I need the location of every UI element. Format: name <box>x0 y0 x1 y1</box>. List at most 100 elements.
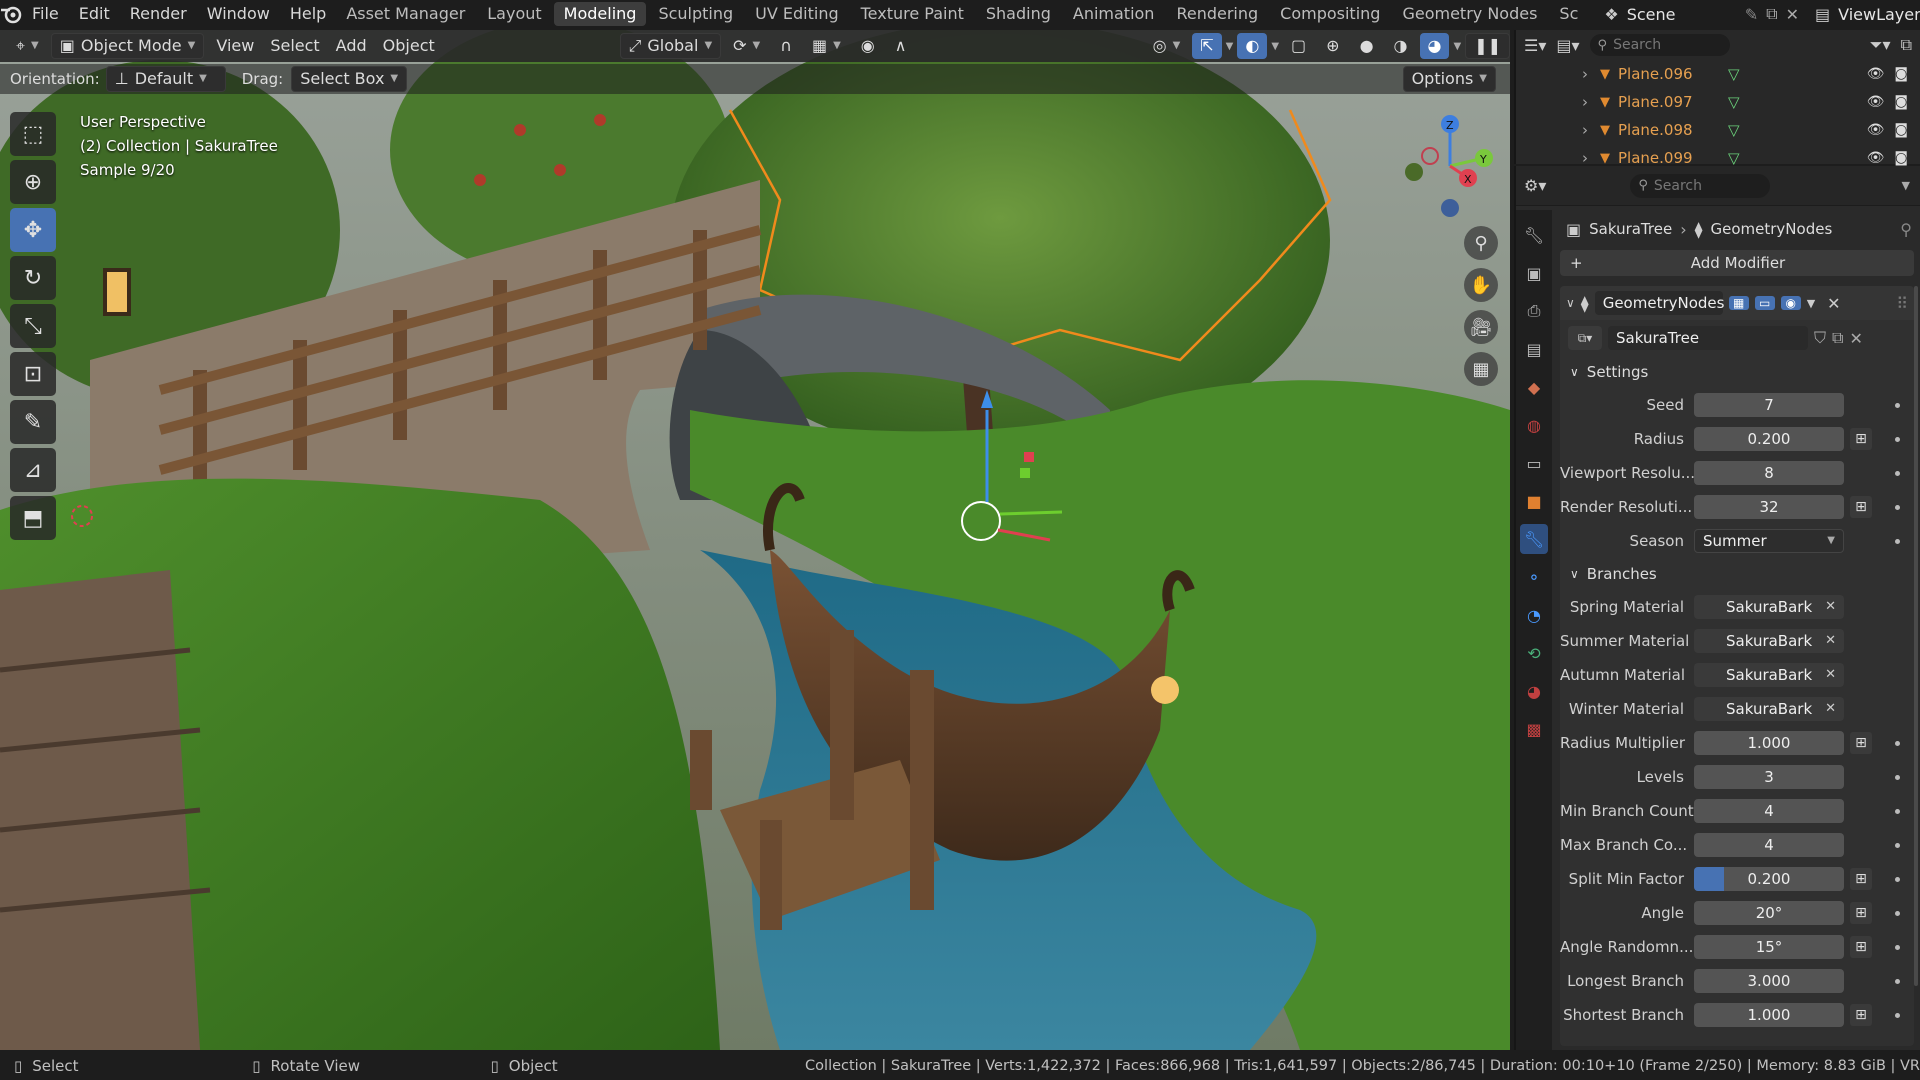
keyframe-dot-icon[interactable] <box>1895 1013 1900 1018</box>
close-icon[interactable]: ✕ <box>1827 294 1840 313</box>
camera-icon[interactable]: ◙ <box>1894 150 1908 166</box>
ortho-grid-icon[interactable]: ▦ <box>1464 352 1498 386</box>
render-toggle-icon[interactable]: ◉ <box>1780 296 1801 310</box>
overlays-toggle[interactable]: ◐ <box>1237 33 1268 59</box>
select-box-tool[interactable]: ⬚ <box>10 112 56 156</box>
node-group-type-button[interactable]: ⧉▾ <box>1568 326 1602 350</box>
shading-material[interactable]: ◑ <box>1386 33 1416 59</box>
physics-tab-icon[interactable]: ◔ <box>1520 600 1548 630</box>
eye-icon[interactable]: 👁︎ <box>1867 66 1885 82</box>
rotate-tool[interactable]: ↻ <box>10 256 56 300</box>
chevron-down-icon[interactable]: ▼ <box>1226 41 1234 52</box>
proportional-edit-toggle[interactable]: ◉ <box>853 33 883 59</box>
tool-tab-icon[interactable]: 🔧︎ <box>1520 220 1548 250</box>
eye-icon[interactable]: 👁︎ <box>1867 94 1885 110</box>
menu-help[interactable]: Help <box>280 0 336 28</box>
eye-icon[interactable]: 👁︎ <box>1867 122 1885 138</box>
collection-tab-icon[interactable]: ▭ <box>1520 448 1548 478</box>
gizmo-toggle[interactable]: ⇱ <box>1192 33 1222 59</box>
move-tool[interactable]: ✥ <box>10 208 56 252</box>
shading-wireframe[interactable]: ⊕ <box>1318 33 1347 59</box>
eye-icon[interactable]: 👁︎ <box>1867 150 1885 166</box>
workspace-tab[interactable]: Layout <box>477 2 551 26</box>
pin-icon[interactable]: ⚲ <box>1900 220 1912 239</box>
chevron-down-icon[interactable]: ▼ <box>1807 297 1815 310</box>
pivot-point-button[interactable]: ⟳ ▼ <box>725 33 768 59</box>
snap-toggle[interactable]: ∩ <box>772 33 800 59</box>
drag-dropdown[interactable]: Select Box ▼ <box>291 66 408 92</box>
menu-edit[interactable]: Edit <box>69 0 120 28</box>
season-dropdown[interactable]: Summer ▼ <box>1694 529 1844 553</box>
xray-toggle[interactable]: ▢ <box>1283 33 1314 59</box>
view-layer-tab-icon[interactable]: ▤ <box>1520 334 1548 364</box>
property-value-field[interactable]: 8 <box>1694 461 1844 485</box>
chevron-right-icon[interactable]: › <box>1582 65 1588 83</box>
render-tab-icon[interactable]: ▣ <box>1520 258 1548 288</box>
property-value-field[interactable]: 7 <box>1694 393 1844 417</box>
modifier-name-field[interactable]: GeometryNodes <box>1594 291 1724 315</box>
workspace-tab[interactable]: Geometry Nodes <box>1392 2 1547 26</box>
outliner-editor-icon[interactable]: ☰▾ <box>1524 36 1546 55</box>
scale-tool[interactable]: ⤡ <box>10 304 56 348</box>
shading-solid[interactable]: ● <box>1352 33 1382 59</box>
close-icon[interactable]: ✕ <box>1825 629 1836 653</box>
pause-render-button[interactable]: ❚❚ <box>1465 33 1510 59</box>
branches-subpanel-header[interactable]: ∨ Branches <box>1560 558 1914 590</box>
fake-user-icon[interactable]: ⛉ <box>1814 328 1826 348</box>
keyframe-dot-icon[interactable] <box>1895 741 1900 746</box>
drag-handle-icon[interactable]: ⠿ <box>1896 294 1908 313</box>
view-layer-icon[interactable]: ▤ <box>1815 5 1830 24</box>
node-socket-toggle-icon[interactable]: ⊞ <box>1850 732 1872 754</box>
pin-icon[interactable]: ✎ <box>1745 5 1758 24</box>
add-modifier-button[interactable]: + Add Modifier <box>1560 250 1914 276</box>
chevron-down-icon[interactable]: ▼ <box>1271 41 1279 52</box>
workspace-tab[interactable]: Rendering <box>1166 2 1268 26</box>
keyframe-dot-icon[interactable] <box>1895 437 1900 442</box>
navigation-gizmo[interactable]: Z Y X <box>1400 110 1510 220</box>
object-tab-icon[interactable]: ■ <box>1520 486 1548 516</box>
filter-icon[interactable]: ⏷▾ <box>1870 35 1891 55</box>
material-field[interactable]: SakuraBark ✕ <box>1694 697 1844 721</box>
camera-icon[interactable]: ◙ <box>1894 66 1908 82</box>
3d-viewport[interactable] <box>0 30 1510 1050</box>
close-icon[interactable]: ✕ <box>1825 595 1836 619</box>
viewport-menu-object[interactable]: Object <box>375 33 443 59</box>
menu-file[interactable]: File <box>22 0 69 28</box>
viewport-menu-select[interactable]: Select <box>262 33 327 59</box>
world-tab-icon[interactable]: ◍ <box>1520 410 1548 440</box>
collapse-chevron-icon[interactable]: ∨ <box>1566 296 1575 310</box>
keyframe-dot-icon[interactable] <box>1895 911 1900 916</box>
keyframe-dot-icon[interactable] <box>1895 403 1900 408</box>
material-field[interactable]: SakuraBark ✕ <box>1694 595 1844 619</box>
workspace-tab[interactable]: UV Editing <box>745 2 848 26</box>
measure-tool[interactable]: ⊿ <box>10 448 56 492</box>
falloff-button[interactable]: ∧ <box>887 33 915 59</box>
duplicate-icon[interactable]: ⧉ <box>1832 328 1843 348</box>
workspace-tab[interactable]: Sculpting <box>648 2 743 26</box>
node-group-field[interactable]: SakuraTree <box>1608 326 1808 350</box>
orientation-dropdown[interactable]: ⊥ Default ▼ <box>105 66 226 92</box>
scene-tab-icon[interactable]: ◆ <box>1520 372 1548 402</box>
chevron-right-icon[interactable]: › <box>1582 93 1588 111</box>
keyframe-dot-icon[interactable] <box>1895 979 1900 984</box>
node-socket-toggle-icon[interactable]: ⊞ <box>1850 868 1872 890</box>
workspace-tab[interactable]: Shading <box>976 2 1061 26</box>
delete-scene-icon[interactable]: ✕ <box>1786 5 1799 24</box>
zoom-icon[interactable]: ⚲ <box>1464 226 1498 260</box>
settings-subpanel-header[interactable]: ∨ Settings <box>1560 356 1914 388</box>
chevron-down-icon[interactable]: ▼ <box>1453 41 1461 52</box>
node-socket-toggle-icon[interactable]: ⊞ <box>1850 936 1872 958</box>
transform-tool[interactable]: ⊡ <box>10 352 56 396</box>
viewport-toggle-icon[interactable]: ▭ <box>1754 296 1775 310</box>
transform-orientation-selector[interactable]: ⤢ Global ▼ <box>619 33 722 59</box>
material-field[interactable]: SakuraBark ✕ <box>1694 629 1844 653</box>
property-value-field[interactable]: 0.200 <box>1694 867 1844 891</box>
workspace-tab[interactable]: Sc <box>1549 2 1588 26</box>
output-tab-icon[interactable]: ⎙ <box>1520 296 1548 326</box>
texture-tab-icon[interactable]: ▩ <box>1520 714 1548 744</box>
property-value-field[interactable]: 4 <box>1694 833 1844 857</box>
keyframe-dot-icon[interactable] <box>1895 877 1900 882</box>
camera-view-icon[interactable]: 🎥︎ <box>1464 310 1498 344</box>
chevron-right-icon[interactable]: › <box>1582 149 1588 167</box>
keyframe-dot-icon[interactable] <box>1895 945 1900 950</box>
